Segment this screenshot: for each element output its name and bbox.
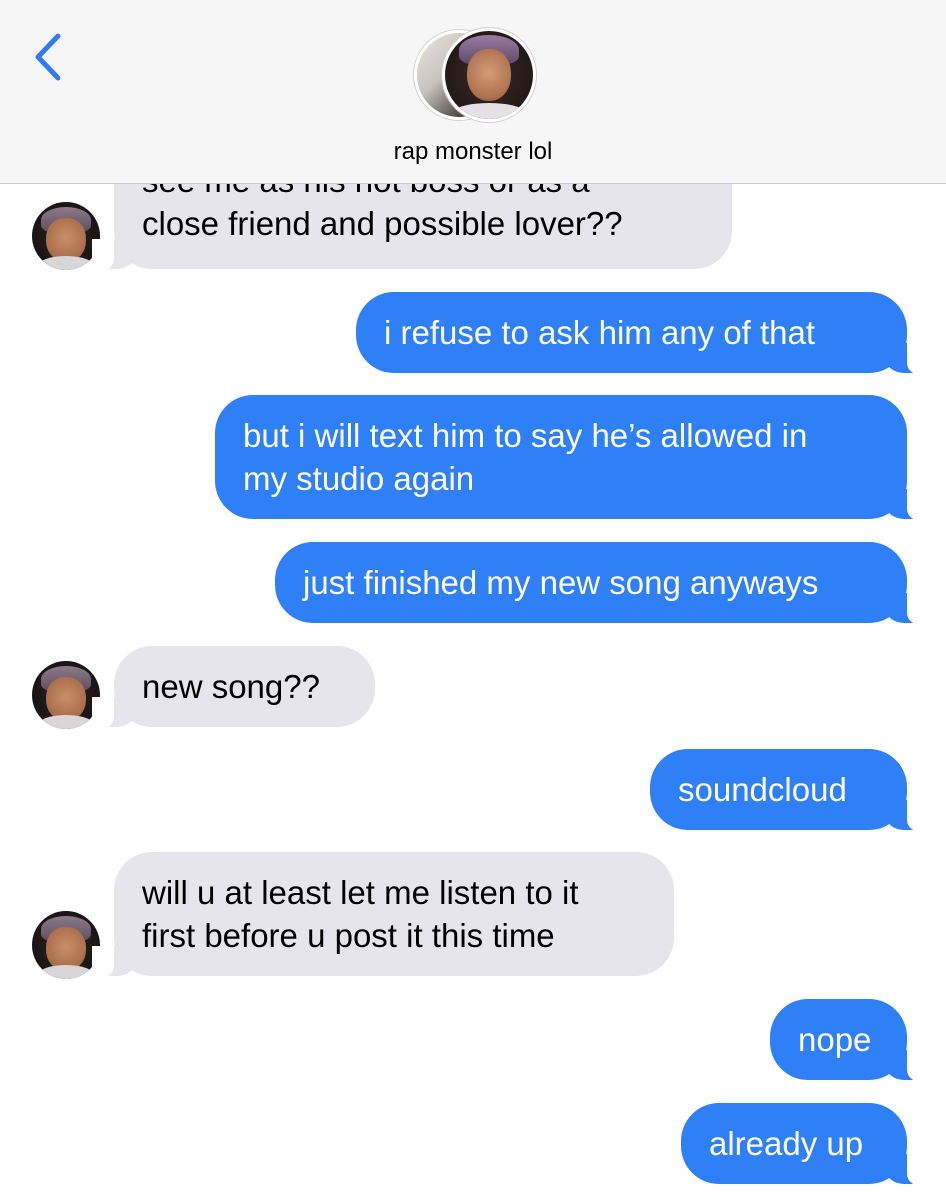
incoming-message[interactable]: will u at least let me listen to it firs… (92, 852, 674, 978)
contact-avatar-header[interactable] (442, 28, 536, 122)
contact-avatar[interactable] (32, 661, 100, 729)
contact-avatar[interactable] (32, 202, 100, 270)
message-line: just finished my new song anyways (303, 564, 819, 601)
avatar-shirt (38, 256, 94, 270)
message-line: will u at least let me listen to it (142, 874, 579, 911)
message-line: first before u post it this time (142, 917, 555, 954)
avatar-shirt (38, 715, 94, 729)
message-line: nope (798, 1021, 872, 1058)
message-line: but i will text him to say he’s allowed … (243, 417, 808, 454)
outgoing-message[interactable]: just finished my new song anyways (275, 542, 929, 625)
outgoing-message[interactable]: soundcloud (650, 749, 929, 832)
message-line: my studio again (243, 460, 475, 497)
message-line: new song?? (142, 668, 320, 705)
avatar-face (467, 49, 511, 101)
contact-name[interactable]: rap monster lol (0, 138, 946, 166)
incoming-message[interactable]: new song?? (92, 646, 375, 729)
outgoing-message[interactable]: nope (770, 999, 929, 1082)
back-button[interactable] (30, 32, 70, 82)
navigation-header: rap monster lol (0, 0, 946, 184)
message-line: soundcloud (678, 771, 847, 808)
outgoing-message[interactable]: but i will text him to say he’s allowed … (215, 395, 929, 521)
message-line: already up (709, 1125, 864, 1162)
chevron-left-icon (35, 33, 61, 81)
contact-avatar[interactable] (32, 911, 100, 979)
message-line: i refuse to ask him any of that (384, 314, 816, 351)
outgoing-message[interactable]: i refuse to ask him any of that (356, 292, 929, 375)
outgoing-message[interactable]: already up (681, 1103, 929, 1186)
message-line: close friend and possible lover?? (142, 205, 623, 242)
avatar-shirt (38, 965, 94, 979)
